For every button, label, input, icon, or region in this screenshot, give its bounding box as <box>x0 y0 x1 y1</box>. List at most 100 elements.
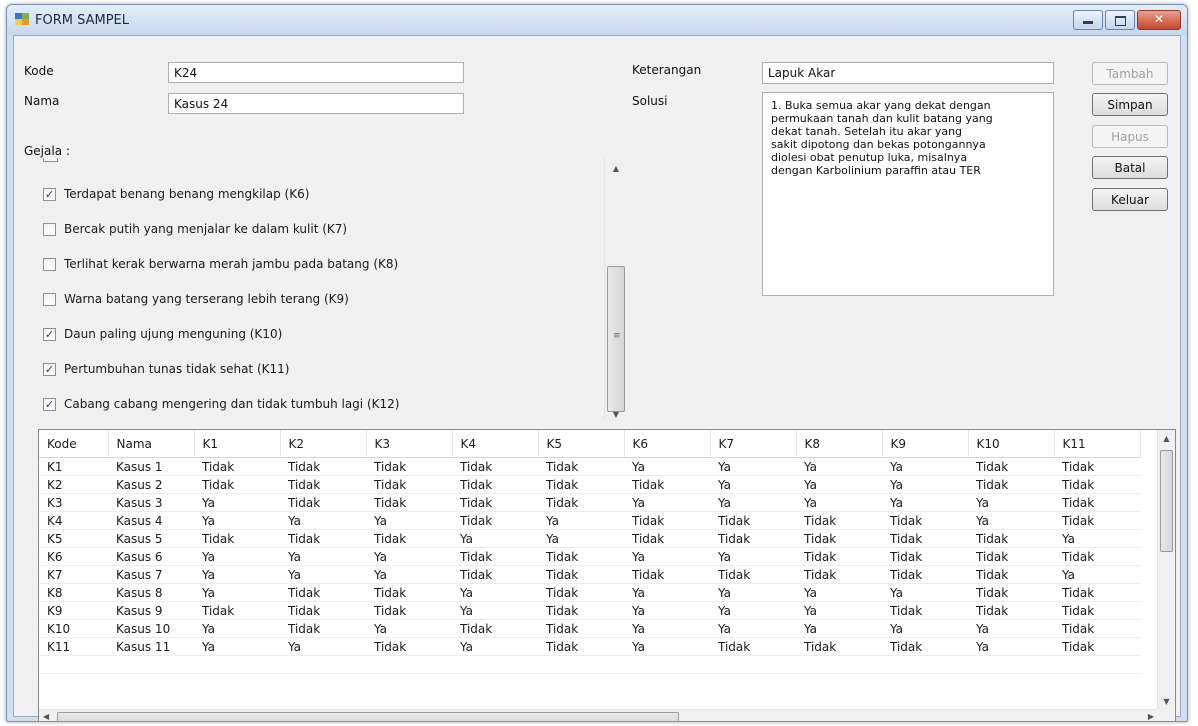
table-cell[interactable]: Tidak <box>1054 637 1140 656</box>
table-cell[interactable]: Kasus 10 <box>108 619 194 638</box>
table-cell[interactable]: Tidak <box>538 637 624 656</box>
table-cell[interactable]: Tidak <box>366 637 452 656</box>
table-cell[interactable]: Tidak <box>366 529 452 548</box>
table-cell[interactable]: Ya <box>710 457 796 476</box>
table-cell[interactable]: Tidak <box>796 547 882 566</box>
table-cell[interactable]: Tidak <box>624 529 710 548</box>
column-header[interactable]: K6 <box>624 430 711 458</box>
table-cell[interactable]: K10 <box>39 619 108 638</box>
table-cell[interactable]: Ya <box>1054 565 1140 584</box>
table-cell[interactable]: Tidak <box>882 511 968 530</box>
table-cell[interactable]: Ya <box>194 619 280 638</box>
grid-scroll-down-icon[interactable]: ▼ <box>1158 697 1175 706</box>
column-header[interactable]: Nama <box>108 430 195 458</box>
table-cell[interactable]: Tidak <box>452 547 538 566</box>
table-row[interactable]: K10 Kasus 10 Ya Tidak Ya Tidak Tidak Ya Ya Ya Ya Ya… <box>39 619 1140 638</box>
symptom-item[interactable]: ✓ Pertumbuhan tunas tidak sehat (K11) <box>43 360 289 378</box>
column-header[interactable]: K10 <box>968 430 1055 458</box>
table-cell[interactable]: Ya <box>796 619 882 638</box>
table-cell[interactable]: Tidak <box>194 475 280 494</box>
table-cell[interactable]: Ya <box>452 583 538 602</box>
table-row[interactable]: K7 Kasus 7 Ya Ya Ya Tidak Tidak Tidak Tidak Tidak… <box>39 565 1140 584</box>
batal-button[interactable]: Batal <box>1092 156 1168 179</box>
table-cell[interactable]: Tidak <box>366 601 452 620</box>
table-cell[interactable]: Tidak <box>882 529 968 548</box>
table-cell[interactable]: Tidak <box>366 475 452 494</box>
table-cell[interactable]: Ya <box>194 637 280 656</box>
table-cell[interactable]: Kasus 2 <box>108 475 194 494</box>
table-cell[interactable]: Tidak <box>968 547 1054 566</box>
table-cell[interactable]: Ya <box>710 601 796 620</box>
table-cell[interactable]: K6 <box>39 547 108 566</box>
table-cell[interactable]: Tidak <box>624 475 710 494</box>
table-cell[interactable]: Tidak <box>280 601 366 620</box>
table-cell[interactable]: Tidak <box>538 547 624 566</box>
table-cell[interactable]: Tidak <box>796 565 882 584</box>
table-cell[interactable]: Ya <box>194 565 280 584</box>
table-cell[interactable]: K4 <box>39 511 108 530</box>
table-cell[interactable]: Ya <box>968 493 1054 512</box>
table-cell[interactable]: Tidak <box>280 529 366 548</box>
table-cell[interactable]: K5 <box>39 529 108 548</box>
table-cell[interactable]: Ya <box>280 547 366 566</box>
cases-data-grid[interactable]: Kode Nama K1 K2 K3 K4 K5 K6 K7 K8 K9 K10 K11 K1 Kasus … <box>38 429 1176 721</box>
table-cell[interactable]: Ya <box>796 475 882 494</box>
table-cell[interactable]: Kasus 9 <box>108 601 194 620</box>
table-cell[interactable]: Tidak <box>194 529 280 548</box>
grid-scroll-left-icon[interactable]: ◀ <box>43 712 49 721</box>
table-cell[interactable]: Tidak <box>280 619 366 638</box>
maximize-button[interactable] <box>1105 10 1135 30</box>
table-cell[interactable]: Tidak <box>452 511 538 530</box>
table-cell[interactable]: Kasus 6 <box>108 547 194 566</box>
table-cell[interactable]: Tidak <box>710 565 796 584</box>
table-cell[interactable]: Tidak <box>452 619 538 638</box>
table-cell[interactable]: Tidak <box>538 619 624 638</box>
table-cell[interactable]: Ya <box>624 637 710 656</box>
table-cell[interactable]: Tidak <box>968 583 1054 602</box>
column-header[interactable]: K9 <box>882 430 969 458</box>
table-cell[interactable]: Ya <box>882 457 968 476</box>
symptom-checkbox[interactable]: ✓ <box>43 327 56 341</box>
minimize-button[interactable] <box>1073 10 1103 30</box>
table-cell[interactable]: Ya <box>280 511 366 530</box>
table-cell[interactable]: Kasus 11 <box>108 637 194 656</box>
grid-horizontal-scrollbar[interactable]: ◀ ▶ <box>39 709 1158 721</box>
table-cell[interactable]: Tidak <box>968 565 1054 584</box>
table-row[interactable]: K8 Kasus 8 Ya Tidak Tidak Ya Tidak Ya Ya Ya Ya Tida… <box>39 583 1140 602</box>
table-cell[interactable]: Ya <box>624 547 710 566</box>
symptom-item[interactable]: ✓ Cabang cabang mengering dan tidak tumbu… <box>43 395 399 413</box>
table-cell[interactable]: K7 <box>39 565 108 584</box>
table-cell[interactable]: Kasus 5 <box>108 529 194 548</box>
table-cell[interactable]: Ya <box>882 619 968 638</box>
table-cell[interactable]: Tidak <box>280 457 366 476</box>
table-cell[interactable]: Ya <box>538 511 624 530</box>
table-cell[interactable]: Tidak <box>194 601 280 620</box>
grid-vscroll-thumb[interactable] <box>1160 450 1173 552</box>
checklist-scroll-thumb[interactable]: ≡ <box>607 266 625 412</box>
table-cell[interactable]: Tidak <box>366 457 452 476</box>
grid-hscroll-thumb[interactable] <box>57 712 679 721</box>
table-cell[interactable]: Ya <box>280 565 366 584</box>
grid-vertical-scrollbar[interactable]: ▲ ▼ <box>1157 430 1175 710</box>
scroll-up-icon[interactable]: ▲ <box>605 164 626 173</box>
table-cell[interactable]: Tidak <box>538 565 624 584</box>
table-cell[interactable]: Tidak <box>710 637 796 656</box>
grid-scroll-up-icon[interactable]: ▲ <box>1158 434 1175 443</box>
table-cell[interactable]: Ya <box>194 583 280 602</box>
table-cell[interactable]: Ya <box>968 619 1054 638</box>
column-header[interactable]: K3 <box>366 430 453 458</box>
symptom-checklist[interactable]: ✓ Terdapat benang benang mengkilap (K6) Be… <box>18 158 626 420</box>
table-cell[interactable]: Tidak <box>1054 511 1140 530</box>
table-row[interactable]: K9 Kasus 9 Tidak Tidak Tidak Ya Tidak Ya Ya Ya Tid… <box>39 601 1140 620</box>
hapus-button[interactable]: Hapus <box>1092 125 1168 148</box>
table-cell[interactable]: Tidak <box>1054 547 1140 566</box>
column-header[interactable]: K7 <box>710 430 797 458</box>
table-cell[interactable]: Ya <box>796 583 882 602</box>
table-cell[interactable]: Tidak <box>452 565 538 584</box>
table-cell[interactable]: K1 <box>39 457 108 476</box>
table-cell[interactable]: Tidak <box>882 601 968 620</box>
table-cell[interactable]: Tidak <box>1054 583 1140 602</box>
table-cell[interactable]: Ya <box>796 493 882 512</box>
table-cell[interactable]: Ya <box>624 583 710 602</box>
table-cell[interactable]: Ya <box>710 583 796 602</box>
